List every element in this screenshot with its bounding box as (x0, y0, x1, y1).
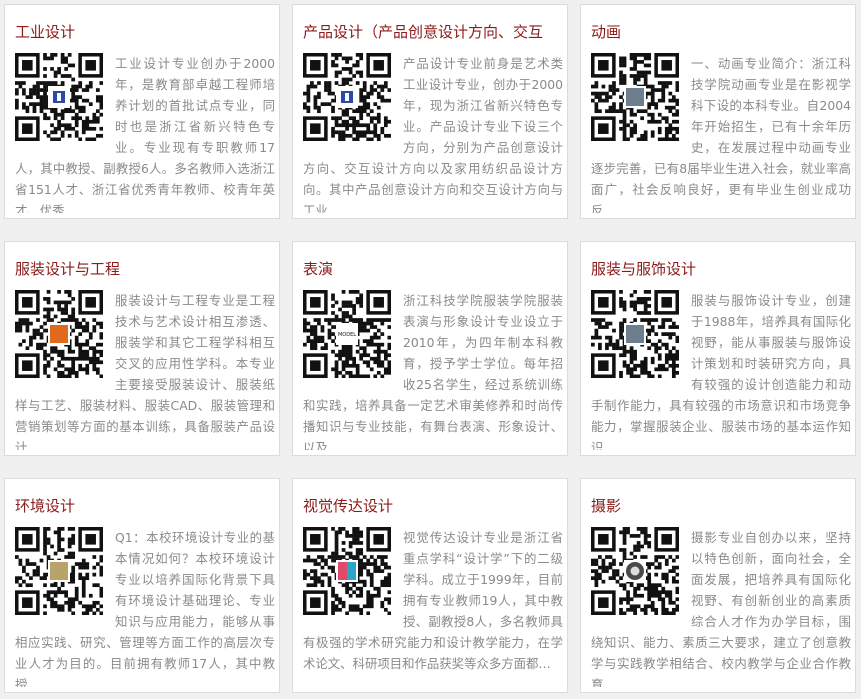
major-card[interactable]: 服装设计与工程 服装设计与工程专业是工程技术与艺术设计相互渗透、服装学和其它工程… (4, 241, 280, 456)
qr-code-icon (591, 53, 679, 141)
major-card[interactable]: 动画 一、动画专业简介：浙江科技学院动画专业是在影视学科下设的本科专业。自200… (580, 4, 856, 219)
major-card[interactable]: 摄影 摄影专业自创办以来，坚持以特色创新，面向社会，全面发展，把培养具有国际化视… (580, 478, 856, 693)
major-title[interactable]: 摄影 (591, 496, 853, 516)
major-title[interactable]: 视觉传达设计 (303, 496, 565, 516)
major-card[interactable]: 视觉传达设计 视觉传达设计专业是浙江省重点学科“设计学”下的二级学科。成立于19… (292, 478, 568, 693)
major-description: 一、动画专业简介：浙江科技学院动画专业是在影视学科下设的本科专业。自2004年开… (591, 53, 851, 213)
major-title[interactable]: 服装与服饰设计 (591, 259, 853, 279)
major-title[interactable]: 服装设计与工程 (15, 259, 277, 279)
major-description: 摄影专业自创办以来，坚持以特色创新，面向社会，全面发展，把培养具有国际化视野、有… (591, 527, 851, 687)
major-description: 服装与服饰设计专业，创建于1988年，培养具有国际化视野，能从事服装与服饰设计策… (591, 290, 851, 450)
major-card[interactable]: 环境设计 Q1：本校环境设计专业的基本情况如何？本校环境设计专业以培养国际化背景… (4, 478, 280, 693)
major-description: 产品设计专业前身是艺术类工业设计专业，创办于2000年，现为浙江省新兴特色专业。… (303, 53, 563, 213)
qr-code-icon (15, 527, 103, 615)
qr-code-icon (15, 290, 103, 378)
major-card[interactable]: 工业设计 工业设计专业创办于2000年，是教育部卓越工程师培养计划的首批试点专业… (4, 4, 280, 219)
qr-code-icon (303, 53, 391, 141)
major-description: 服装设计与工程专业是工程技术与艺术设计相互渗透、服装学和其它工程学科相互交叉的应… (15, 290, 275, 450)
qr-code-icon (591, 527, 679, 615)
major-title[interactable]: 环境设计 (15, 496, 277, 516)
major-title[interactable]: 产品设计（产品创意设计方向、交互 (303, 22, 565, 42)
major-title[interactable]: 工业设计 (15, 22, 277, 42)
major-title[interactable]: 动画 (591, 22, 853, 42)
qr-code-icon (15, 53, 103, 141)
major-description: 视觉传达设计专业是浙江省重点学科“设计学”下的二级学科。成立于1999年，目前拥… (303, 527, 563, 687)
qr-code-icon (591, 290, 679, 378)
major-card-grid: 工业设计 工业设计专业创办于2000年，是教育部卓越工程师培养计划的首批试点专业… (0, 0, 861, 699)
qr-code-icon: MODEL (303, 290, 391, 378)
major-description: Q1：本校环境设计专业的基本情况如何？本校环境设计专业以培养国际化背景下具有环境… (15, 527, 275, 687)
svg-text:MODEL: MODEL (338, 332, 356, 338)
major-description: MODEL 浙江科技学院服装学院服装表演与形象设计专业设立于2010年，为四年制… (303, 290, 563, 450)
major-card[interactable]: 产品设计（产品创意设计方向、交互 产品设计专业前身是艺术类工业设计专业，创办于2… (292, 4, 568, 219)
major-card[interactable]: 服装与服饰设计 服装与服饰设计专业，创建于1988年，培养具有国际化视野，能从事… (580, 241, 856, 456)
major-title[interactable]: 表演 (303, 259, 565, 279)
major-description: 工业设计专业创办于2000年，是教育部卓越工程师培养计划的首批试点专业，同时也是… (15, 53, 275, 213)
major-card[interactable]: 表演 MODEL 浙江科技学院服装学院服装表演与形象设计专业设立于2010年，为… (292, 241, 568, 456)
qr-code-icon (303, 527, 391, 615)
